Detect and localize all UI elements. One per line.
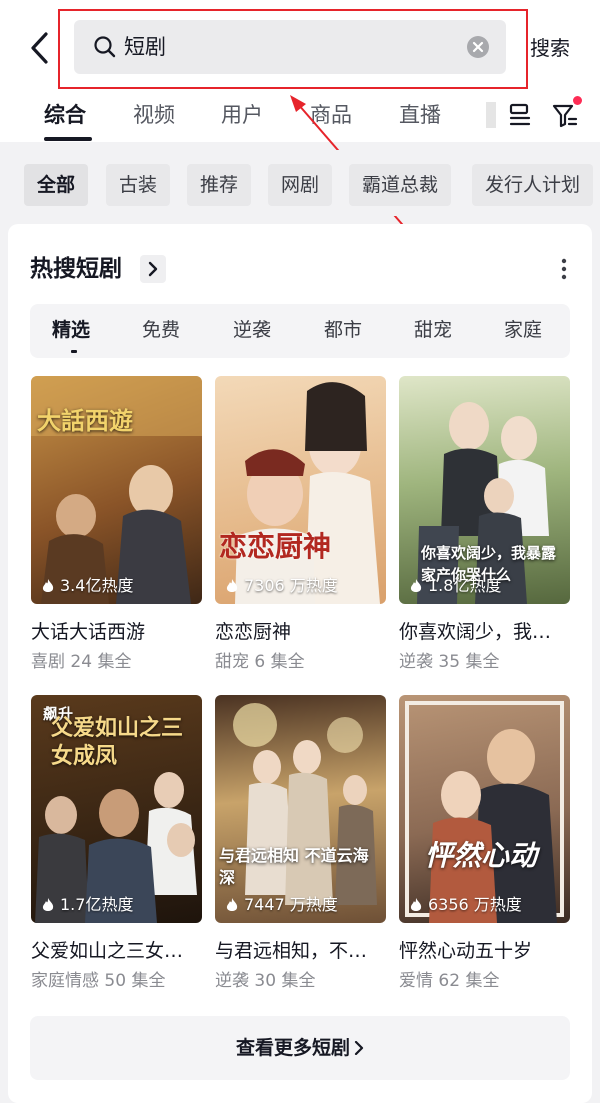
poster-caption: 恋恋厨神 xyxy=(219,530,332,563)
poster-caption: 怦然心动 xyxy=(425,839,538,872)
fire-icon xyxy=(226,898,238,911)
subtab-featured[interactable]: 精选 xyxy=(52,316,90,344)
chip-publisher-plan[interactable]: 发行人计划 xyxy=(472,164,594,206)
drama-meta: 甜宠 6 集全 xyxy=(215,652,305,672)
chip-web-drama[interactable]: 网剧 xyxy=(268,164,333,206)
more-options-icon[interactable] xyxy=(558,256,570,282)
drama-title[interactable]: 怦然心动五十岁 xyxy=(399,937,575,965)
chevron-right-icon xyxy=(354,1041,364,1055)
heat-label: 1.8亿热度 xyxy=(409,575,501,597)
drama-poster[interactable]: 大話西遊 3.4亿热度 xyxy=(31,376,202,604)
heat-label: 7447 万热度 xyxy=(225,894,338,916)
poster-caption: 大話西遊 xyxy=(37,407,133,435)
heat-value: 3.4亿热度 xyxy=(60,576,134,595)
subtab-comeback[interactable]: 逆袭 xyxy=(233,316,271,344)
drama-poster[interactable]: 飙升 父爱如山之三女成凤 1.7亿热度 xyxy=(31,695,202,923)
fire-icon xyxy=(226,579,238,592)
heat-value: 7447 万热度 xyxy=(244,895,338,914)
poster-artwork xyxy=(235,382,380,604)
heat-value: 7306 万热度 xyxy=(244,576,338,595)
heat-value: 1.7亿热度 xyxy=(60,895,134,914)
heat-value: 1.8亿热度 xyxy=(428,576,502,595)
heat-label: 3.4亿热度 xyxy=(41,575,133,597)
chip-ceo[interactable]: 霸道总裁 xyxy=(349,164,452,206)
category-subtabs: 精选 免费 逆袭 都市 甜宠 家庭 xyxy=(30,304,570,358)
chip-recommend[interactable]: 推荐 xyxy=(187,164,252,206)
poster-caption: 与君远相知 不道云海深 xyxy=(219,846,369,887)
chevron-right-icon xyxy=(148,261,158,277)
fire-icon xyxy=(42,579,54,592)
section-title[interactable]: 热搜短剧 xyxy=(30,252,122,286)
fire-icon xyxy=(42,898,54,911)
hot-dramas-card: 热搜短剧 精选 免费 逆袭 都市 甜宠 家庭 大話西遊 3.4亿热度 恋恋厨神 … xyxy=(8,224,592,1103)
heat-label: 7306 万热度 xyxy=(225,575,338,597)
drama-meta: 爱情 62 集全 xyxy=(399,971,500,991)
drama-poster[interactable]: 恋恋厨神 7306 万热度 xyxy=(215,376,386,604)
drama-poster[interactable]: 与君远相知 不道云海深 7447 万热度 xyxy=(215,695,386,923)
subtab-family[interactable]: 家庭 xyxy=(504,316,542,344)
poster-artwork xyxy=(405,701,564,923)
chip-costume[interactable]: 古装 xyxy=(106,164,171,206)
drama-meta: 逆袭 30 集全 xyxy=(215,971,316,991)
active-subtab-indicator xyxy=(71,350,77,353)
drama-poster[interactable]: 你喜欢阔少，我暴露家产你哭什么 1.8亿热度 xyxy=(399,376,570,604)
view-more-dramas-button[interactable]: 查看更多短剧 xyxy=(30,1016,570,1080)
subtab-sweet[interactable]: 甜宠 xyxy=(414,316,452,344)
fire-icon xyxy=(410,898,422,911)
drama-meta: 喜剧 24 集全 xyxy=(31,652,132,672)
view-more-label: 查看更多短剧 xyxy=(235,1037,350,1059)
heat-label: 6356 万热度 xyxy=(409,894,522,916)
filter-chips: 全部 古装 推荐 网剧 霸道总裁 发行人计划 xyxy=(0,150,600,216)
fire-icon xyxy=(410,579,422,592)
heat-value: 6356 万热度 xyxy=(428,895,522,914)
drama-title[interactable]: 恋恋厨神 xyxy=(215,618,391,646)
drama-poster[interactable]: 怦然心动 6356 万热度 xyxy=(399,695,570,923)
drama-title[interactable]: 大话大话西游 xyxy=(31,618,207,646)
subtab-free[interactable]: 免费 xyxy=(142,316,180,344)
drama-meta: 逆袭 35 集全 xyxy=(399,652,500,672)
drama-meta: 家庭情感 50 集全 xyxy=(31,971,166,991)
poster-caption: 父爱如山之三女成凤 xyxy=(51,716,184,769)
drama-title[interactable]: 与君远相知，不… xyxy=(215,937,391,965)
heat-label: 1.7亿热度 xyxy=(41,894,133,916)
section-more-button[interactable] xyxy=(140,255,166,283)
drama-title[interactable]: 父爱如山之三女… xyxy=(31,937,207,965)
subtab-urban[interactable]: 都市 xyxy=(324,316,362,344)
chip-all[interactable]: 全部 xyxy=(24,164,89,206)
drama-title[interactable]: 你喜欢阔少，我… xyxy=(399,618,575,646)
